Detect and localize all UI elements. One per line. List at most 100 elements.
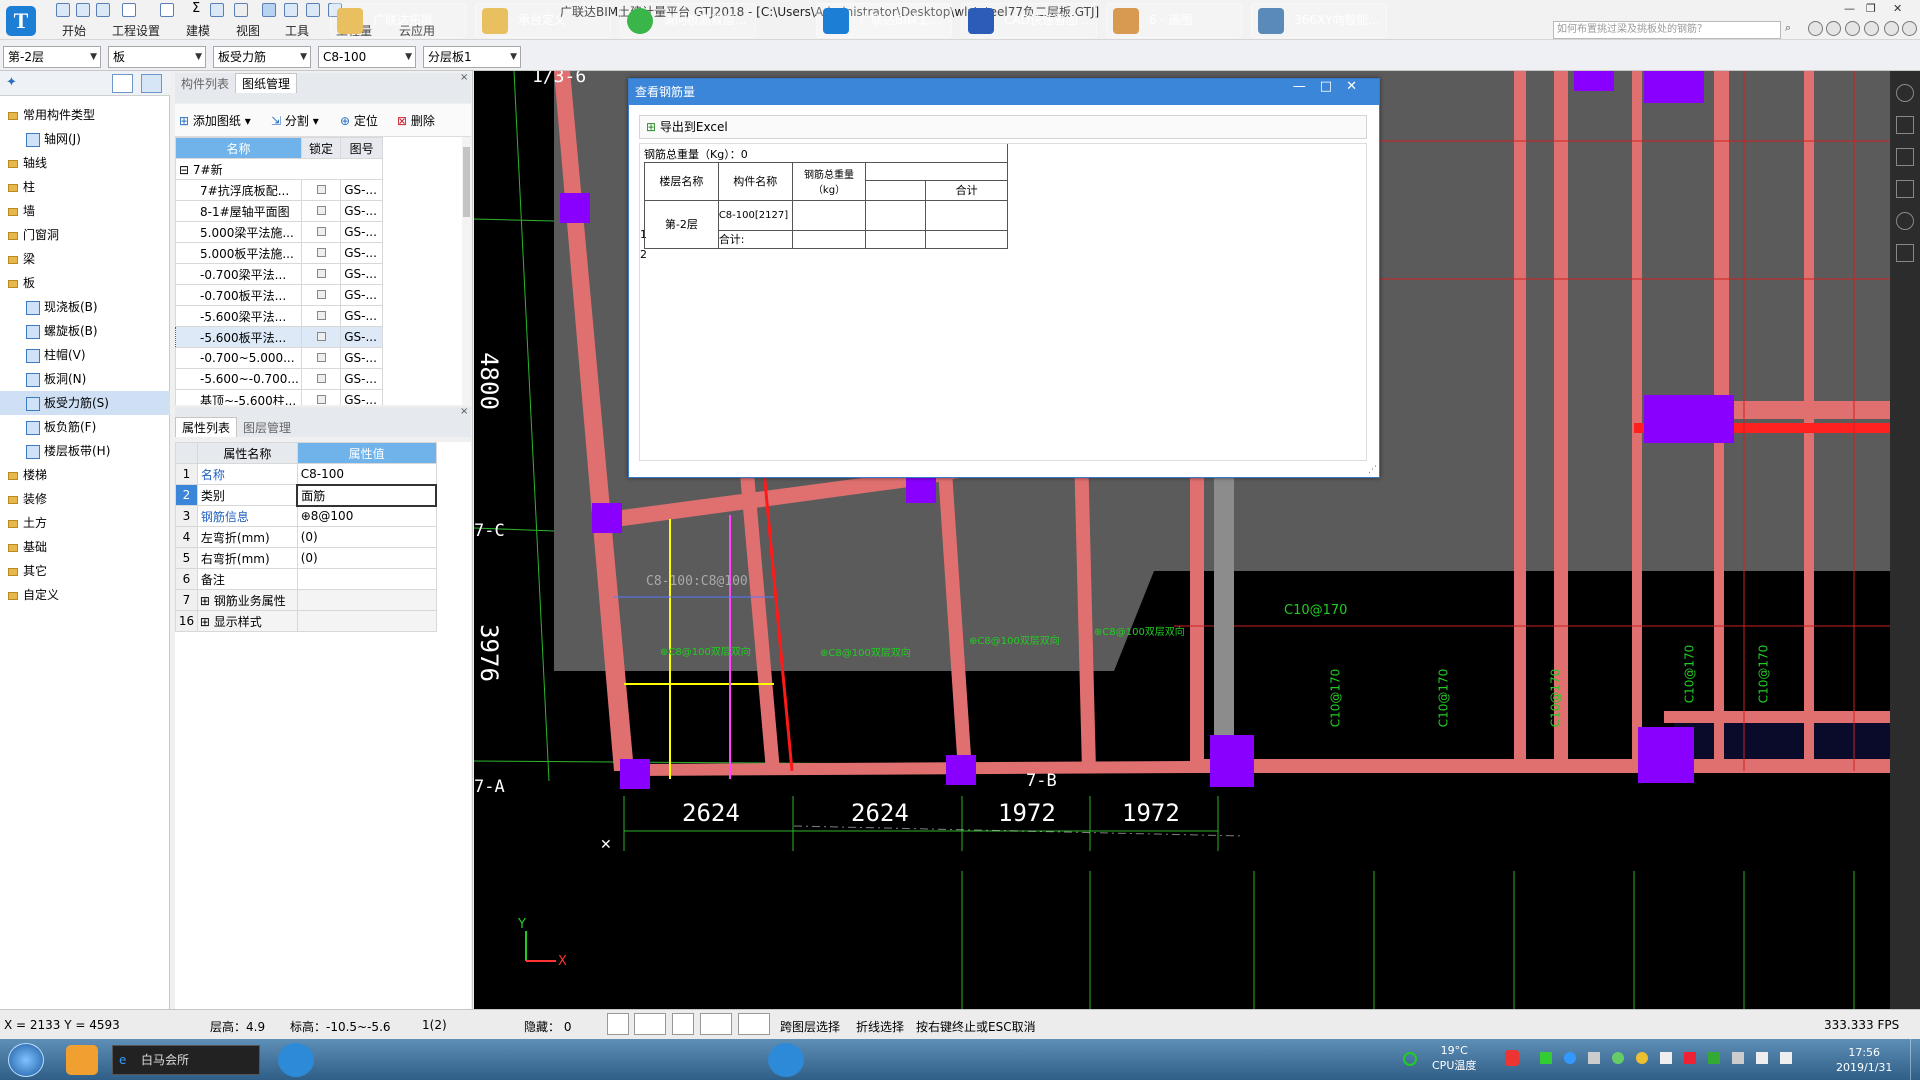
property-row[interactable]: 3 钢筋信息 ⊕8@100 (175, 505, 437, 527)
property-value[interactable]: (0) (296, 547, 437, 569)
property-value[interactable]: (0) (296, 526, 437, 548)
drawing-row[interactable]: -5.600梁平法... GS-... (175, 305, 383, 327)
tree-item[interactable]: 楼梯 (0, 463, 170, 487)
drawing-row[interactable]: -0.700~5.000... GS-... (175, 347, 383, 369)
lock-icon[interactable] (300, 305, 342, 327)
collapse-icon[interactable]: ⊟ (179, 163, 193, 177)
property-value[interactable] (296, 610, 437, 632)
lock-icon[interactable] (300, 263, 342, 285)
show-desktop-button[interactable] (1910, 1039, 1920, 1080)
taskbar-item[interactable]: 6 - 画图 (1106, 3, 1242, 38)
view-cube-icon[interactable] (1896, 116, 1914, 134)
lock-icon[interactable] (300, 326, 342, 348)
help-search-input[interactable]: 如何布置挑过梁及挑板处的钢筋？ (1553, 21, 1781, 39)
open-icon[interactable] (96, 3, 110, 17)
tray-icon[interactable] (1588, 1052, 1600, 1064)
taskbar-search[interactable]: e 白马会所 (112, 1045, 260, 1075)
ortho-toggle[interactable] (607, 1013, 629, 1035)
tab-layer-management[interactable]: 图层管理 (237, 418, 297, 438)
tree-root[interactable]: 常用构件类型 (0, 103, 170, 127)
property-row[interactable]: 16 ⊞ 显示样式 (175, 610, 437, 632)
close-button[interactable]: ✕ (1893, 2, 1902, 15)
property-row[interactable]: 5 右弯折(mm) (0) (175, 547, 437, 569)
taskbar-item[interactable]: 承台定义 (475, 3, 611, 38)
drawing-name[interactable]: 8-1#屋轴平面图 (175, 200, 302, 222)
property-value[interactable]: ⊕8@100 (296, 505, 437, 527)
minimize-button[interactable]: — (1844, 2, 1855, 15)
bell-icon[interactable] (1826, 21, 1841, 36)
dialog-close-button[interactable]: ✕ (1346, 79, 1371, 94)
tree-item[interactable]: 土方 (0, 511, 170, 535)
property-row[interactable]: 2 类别 面筋 (175, 483, 437, 507)
tray-icon[interactable] (1708, 1052, 1720, 1064)
delete-button[interactable]: ⊠ 删除 (397, 112, 435, 129)
shield-icon[interactable] (1660, 1052, 1672, 1064)
keyboard-icon[interactable] (1732, 1052, 1744, 1064)
locate-button[interactable]: ⊕ 定位 (340, 112, 378, 129)
drawing-name[interactable]: 5.000梁平法施... (175, 221, 302, 243)
tree-item[interactable]: 基础 (0, 535, 170, 559)
taskbar-item[interactable]: CAD快速看图 ... (961, 3, 1097, 38)
menu-project-settings[interactable]: 工程设置 (112, 22, 160, 39)
tree-item[interactable]: 轴线 (0, 151, 170, 175)
close-icon[interactable]: × (460, 406, 468, 417)
table-icon[interactable] (284, 3, 298, 17)
taskbar-item[interactable]: 请问板筋双层... (620, 3, 756, 38)
tree-item[interactable]: 柱帽(V) (0, 343, 170, 367)
volume-icon[interactable] (1780, 1052, 1792, 1064)
tree-item[interactable]: 螺旋板(B) (0, 319, 170, 343)
property-value[interactable]: C8-100 (296, 463, 437, 485)
drawing-name[interactable]: -0.700梁平法... (175, 263, 302, 285)
resize-grip-icon[interactable]: ⋰ (1368, 465, 1377, 475)
drawing-row[interactable]: 5.000板平法施... GS-... (175, 242, 383, 264)
lock-icon[interactable] (300, 284, 342, 306)
help-icon[interactable] (1864, 21, 1879, 36)
tray-icon[interactable] (1540, 1052, 1552, 1064)
taskbar-item[interactable]: 366XY向智能... (1251, 3, 1387, 38)
search-icon[interactable]: ⌕ (1785, 21, 1791, 35)
drawing-name[interactable]: 7#抗浮底板配... (175, 179, 302, 201)
fit-icon[interactable] (1896, 244, 1914, 262)
drawing-row[interactable]: 7#抗浮底板配... GS-... (175, 179, 383, 201)
tray-icon[interactable] (1612, 1052, 1624, 1064)
sogou-icon[interactable] (1505, 1050, 1519, 1066)
lock-icon[interactable] (300, 221, 342, 243)
drawing-name[interactable]: -0.700~5.000... (175, 347, 302, 369)
orbit-icon[interactable] (1896, 84, 1914, 102)
close-icon[interactable]: × (460, 72, 468, 83)
drawing-row[interactable]: 基顶~-5.600柱... GS-... (175, 389, 383, 405)
restore-button[interactable]: ❐ (1866, 2, 1876, 15)
property-value[interactable] (296, 568, 437, 590)
app-icon[interactable] (66, 1045, 98, 1075)
start-button[interactable] (8, 1043, 44, 1077)
drawing-name[interactable]: -5.600梁平法... (175, 305, 302, 327)
menu-tools[interactable]: 工具 (285, 22, 309, 39)
drawing-row[interactable]: -0.700板平法... GS-... (175, 284, 383, 306)
drawing-name[interactable]: -5.600板平法... (175, 326, 302, 348)
sum-icon[interactable]: Σ (192, 1, 200, 16)
taskbar-item[interactable]: 广联达拓展 (330, 3, 466, 38)
lock-icon[interactable] (300, 368, 342, 390)
cross-layer-select-button[interactable]: 跨图层选择 (780, 1018, 840, 1035)
gift-icon[interactable] (1884, 21, 1899, 36)
tree-item[interactable]: 自定义 (0, 583, 170, 607)
tree-item[interactable]: 楼层板带(H) (0, 439, 170, 463)
clock[interactable]: 17:56 2019/1/31 (1836, 1045, 1892, 1075)
tray-icon[interactable] (1636, 1052, 1648, 1064)
lock-icon[interactable] (300, 200, 342, 222)
grid-icon[interactable] (306, 3, 320, 17)
app-icon[interactable] (768, 1043, 804, 1077)
tree-item[interactable]: 板负筋(F) (0, 415, 170, 439)
tree-item[interactable]: 板 (0, 271, 170, 295)
calc-icon[interactable] (210, 3, 224, 17)
save-icon[interactable] (56, 3, 70, 17)
report-icon[interactable] (234, 3, 248, 17)
tree-item[interactable]: 门窗洞 (0, 223, 170, 247)
split-button[interactable]: ⇲ 分割 ▾ (271, 112, 319, 129)
type-select[interactable]: 板受力筋 ▼ (213, 46, 311, 68)
view-icon[interactable] (262, 3, 276, 17)
category-select[interactable]: 板 ▼ (108, 46, 206, 68)
network-icon[interactable] (1756, 1052, 1768, 1064)
component-select[interactable]: C8-100 ▼ (318, 46, 416, 68)
property-row[interactable]: 4 左弯折(mm) (0) (175, 526, 437, 548)
